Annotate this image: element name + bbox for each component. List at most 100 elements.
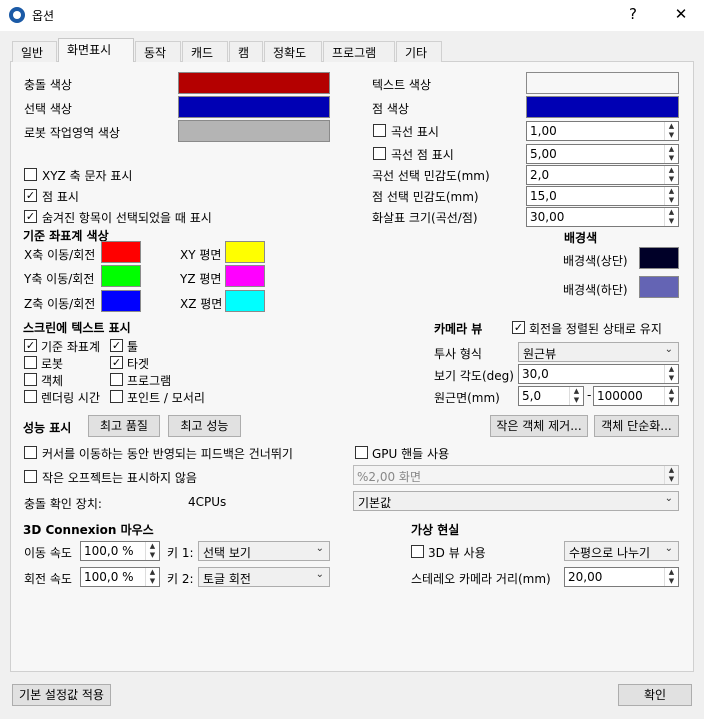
camera-heading: 카메라 뷰 [434, 322, 483, 336]
point-surface-checkbox[interactable] [110, 390, 123, 403]
projection-dropdown[interactable]: 원근뷰 ⌄ [518, 342, 679, 362]
skip-feedback-checkbox[interactable] [24, 446, 37, 459]
xy-plane-color-swatch[interactable] [225, 241, 265, 263]
x-axis-color-swatch[interactable] [101, 241, 141, 263]
ref-frame-text-checkbox[interactable]: ✓ [24, 339, 37, 352]
stereo-distance-spinbox[interactable]: 20,00 ▲ ▼ [564, 567, 679, 587]
near-plane-value: 5,0 [522, 389, 542, 403]
use-3d-view-checkbox[interactable] [411, 545, 424, 558]
tab-general[interactable]: 일반 [12, 41, 57, 62]
point-color-swatch[interactable] [526, 96, 679, 118]
show-curve-label: 곡선 표시 [391, 125, 439, 139]
reference-frame-heading: 기준 좌표계 색상 [23, 229, 109, 243]
split-mode-value: 수평으로 나누기 [569, 546, 651, 560]
render-time-checkbox[interactable] [24, 390, 37, 403]
point-color-label: 점 색상 [372, 102, 409, 116]
background-top-swatch[interactable] [639, 247, 679, 269]
show-curve-points-checkbox[interactable] [373, 147, 386, 160]
fov-label: 보기 각도(deg) [434, 369, 514, 383]
spin-arrows-icon[interactable]: ▲ ▼ [664, 166, 678, 184]
gpu-handle-label: GPU 핸들 사용 [372, 447, 450, 461]
tab-motion[interactable]: 동작 [135, 41, 181, 62]
spin-arrows-icon[interactable]: ▲ ▼ [664, 187, 678, 205]
spin-arrows-icon[interactable]: ▲ ▼ [664, 387, 678, 405]
apply-defaults-button[interactable]: 기본 설정값 적용 [12, 684, 111, 706]
close-button[interactable]: ✕ [666, 5, 696, 23]
spin-arrows-icon[interactable]: ▲ ▼ [569, 387, 583, 405]
robot-text-checkbox[interactable] [24, 356, 37, 369]
fov-spinbox[interactable]: 30,0 ▲ ▼ [518, 364, 679, 384]
tool-text-checkbox[interactable]: ✓ [110, 339, 123, 352]
chevron-down-icon: ⌄ [315, 569, 324, 580]
show-curve-points-value: 5,00 [530, 147, 557, 161]
spin-arrows-icon[interactable]: ▲ ▼ [664, 568, 678, 586]
key2-dropdown[interactable]: 토글 회전 ⌄ [198, 567, 330, 587]
spin-arrows-icon[interactable]: ▲ ▼ [664, 122, 678, 140]
collision-device-label: 충돌 확인 장치: [24, 497, 102, 511]
remove-small-objects-button[interactable]: 작은 객체 제거... [490, 415, 588, 437]
best-performance-button[interactable]: 최고 성능 [168, 415, 241, 437]
tool-text-label: 툴 [127, 340, 139, 354]
collision-device-dropdown[interactable]: 기본값 ⌄ [353, 491, 679, 511]
fov-value: 30,0 [522, 367, 549, 381]
render-time-label: 렌더링 시간 [41, 391, 101, 405]
spin-arrows-icon[interactable]: ▲ ▼ [664, 466, 678, 484]
help-button[interactable]: ? [618, 5, 648, 23]
split-mode-dropdown[interactable]: 수평으로 나누기 ⌄ [564, 541, 679, 561]
point-sensitivity-spinbox[interactable]: 15,0 ▲ ▼ [526, 186, 679, 206]
background-bottom-swatch[interactable] [639, 276, 679, 298]
program-text-checkbox[interactable] [110, 373, 123, 386]
spin-arrows-icon[interactable]: ▲ ▼ [145, 568, 159, 586]
object-text-checkbox[interactable] [24, 373, 37, 386]
show-curve-spinbox[interactable]: 1,00 ▲ ▼ [526, 121, 679, 141]
collision-color-swatch[interactable] [178, 72, 330, 94]
tab-display[interactable]: 화면표시 [58, 38, 134, 62]
projection-label: 투사 형식 [434, 347, 482, 361]
near-plane-spinbox[interactable]: 5,0 ▲ ▼ [518, 386, 584, 406]
tab-accuracy[interactable]: 정확도 [264, 41, 322, 62]
selection-color-swatch[interactable] [178, 96, 330, 118]
gpu-handle-checkbox[interactable] [355, 446, 368, 459]
text-color-swatch[interactable] [526, 72, 679, 94]
show-curve-points-spinbox[interactable]: 5,00 ▲ ▼ [526, 144, 679, 164]
show-curve-checkbox[interactable] [373, 124, 386, 137]
key1-dropdown[interactable]: 선택 보기 ⌄ [198, 541, 330, 561]
keep-level-checkbox[interactable]: ✓ [512, 321, 525, 334]
simplify-objects-button[interactable]: 객체 단순화... [594, 415, 679, 437]
robot-workspace-color-swatch[interactable] [178, 120, 330, 142]
spin-arrows-icon[interactable]: ▲ ▼ [664, 145, 678, 163]
spin-arrows-icon[interactable]: ▲ ▼ [664, 208, 678, 226]
ok-button[interactable]: 확인 [618, 684, 692, 706]
text-color-label: 텍스트 색상 [372, 78, 432, 92]
background-top-label: 배경색(상단) [563, 254, 628, 268]
arrow-size-spinbox[interactable]: 30,00 ▲ ▼ [526, 207, 679, 227]
spin-arrows-icon[interactable]: ▲ ▼ [145, 542, 159, 560]
xz-plane-color-swatch[interactable] [225, 290, 265, 312]
move-speed-spinbox[interactable]: 100,0 % ▲ ▼ [80, 541, 160, 561]
show-hidden-selected-checkbox[interactable]: ✓ [24, 210, 37, 223]
rotate-speed-spinbox[interactable]: 100,0 % ▲ ▼ [80, 567, 160, 587]
chevron-down-icon: ⌄ [664, 543, 673, 554]
show-points-checkbox[interactable]: ✓ [24, 189, 37, 202]
xy-plane-label: XY 평면 [180, 248, 222, 262]
far-plane-spinbox[interactable]: 100000 ▲ ▼ [593, 386, 679, 406]
chevron-down-icon: ⌄ [664, 344, 673, 355]
screen-percent-spinbox[interactable]: %2,00 화면 ▲ ▼ [353, 465, 679, 485]
show-curve-value: 1,00 [530, 124, 557, 138]
y-axis-color-swatch[interactable] [101, 265, 141, 287]
skip-feedback-label: 커서를 이동하는 동안 반영되는 피드백은 건너뛰기 [42, 447, 293, 461]
spin-arrows-icon[interactable]: ▲ ▼ [664, 365, 678, 383]
curve-sensitivity-spinbox[interactable]: 2,0 ▲ ▼ [526, 165, 679, 185]
target-text-checkbox[interactable]: ✓ [110, 356, 123, 369]
tab-other[interactable]: 기타 [396, 41, 442, 62]
xyz-axis-text-checkbox[interactable] [24, 168, 37, 181]
best-quality-button[interactable]: 최고 품질 [88, 415, 160, 437]
hide-small-checkbox[interactable] [24, 470, 37, 483]
z-axis-color-swatch[interactable] [101, 290, 141, 312]
yz-plane-color-swatch[interactable] [225, 265, 265, 287]
use-3d-view-label: 3D 뷰 사용 [428, 546, 486, 560]
tab-program[interactable]: 프로그램 [323, 41, 395, 62]
near-far-dash: - [587, 388, 592, 402]
tab-cad[interactable]: 캐드 [182, 41, 228, 62]
tab-cam[interactable]: 캠 [229, 41, 263, 62]
